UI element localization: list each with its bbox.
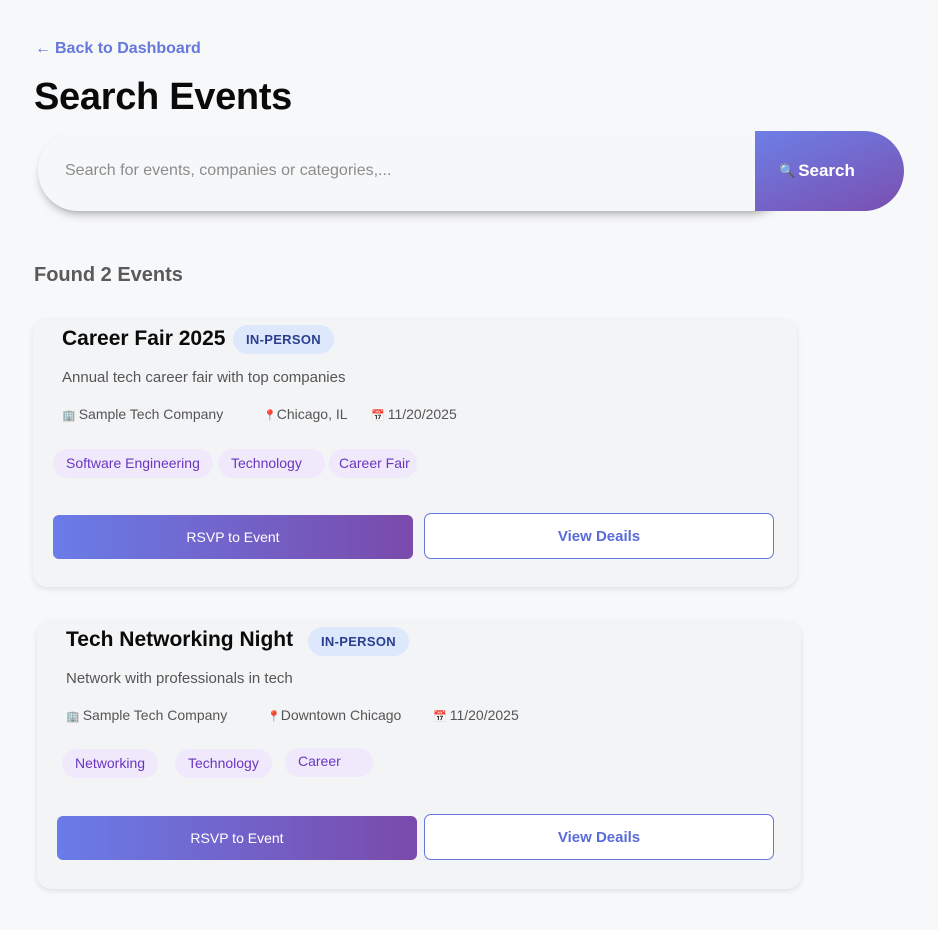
event-title: Tech Networking Night [66,628,294,651]
search-button-label: Search [798,161,855,180]
search-icon: 🔍 [779,163,796,178]
search-input[interactable] [38,131,790,211]
event-location: 📍Downtown Chicago [267,707,401,723]
event-description: Network with professionals in tech [66,670,293,687]
back-link-label: Back to Dashboard [55,40,201,57]
building-icon: 🏢 [66,711,80,723]
event-date-label: 11/20/2025 [449,707,519,723]
arrow-left-icon: ← [35,40,51,57]
event-company-label: Sample Tech Company [82,707,228,723]
event-date-label: 11/20/2025 [387,406,457,422]
event-card: Tech Networking Night IN-PERSON Network … [37,621,801,889]
event-company: 🏢 Sample Tech Company [62,406,223,422]
event-company: 🏢 Sample Tech Company [66,707,227,723]
search-events-page: ←Back to Dashboard Search Events 🔍Search… [0,0,938,930]
event-date: 📅 11/20/2025 [371,406,457,422]
event-location: 📍Chicago, IL [263,406,348,422]
event-tag: Career Fair [329,449,417,478]
rsvp-button[interactable]: RSVP to Event [53,515,413,559]
calendar-icon: 📅 [371,410,385,422]
event-description: Annual tech career fair with top compani… [62,369,346,386]
event-tag: Career [285,748,373,777]
event-date: 📅 11/20/2025 [433,707,519,723]
event-card: Career Fair 2025 IN-PERSON Annual tech c… [33,319,797,587]
view-details-button[interactable]: View Deails [424,814,774,860]
back-to-dashboard-link[interactable]: ← Back to Dashboard [35,40,201,58]
event-type-badge: IN-PERSON [308,627,409,656]
event-tag: Software Engineering [53,449,213,478]
event-tag: Technology [175,749,272,778]
view-details-button[interactable]: View Deails [424,513,774,559]
results-count: Found 2 Events [34,264,183,286]
location-pin-icon: 📍 [267,711,281,723]
location-pin-icon: 📍 [263,410,277,422]
search-button[interactable]: 🔍 Search [755,131,904,211]
event-type-badge: IN-PERSON [233,325,334,354]
event-location-label: Chicago, IL [276,406,348,422]
event-tag: Technology [218,449,325,478]
event-company-label: Sample Tech Company [78,406,224,422]
event-title: Career Fair 2025 [62,327,226,350]
search-bar: 🔍Search [38,131,904,211]
page-title: Search Events [34,76,293,118]
calendar-icon: 📅 [433,711,447,723]
building-icon: 🏢 [62,410,76,422]
rsvp-button[interactable]: RSVP to Event [57,816,417,860]
event-tag: Networking [62,749,159,778]
event-location-label: Downtown Chicago [280,707,402,723]
